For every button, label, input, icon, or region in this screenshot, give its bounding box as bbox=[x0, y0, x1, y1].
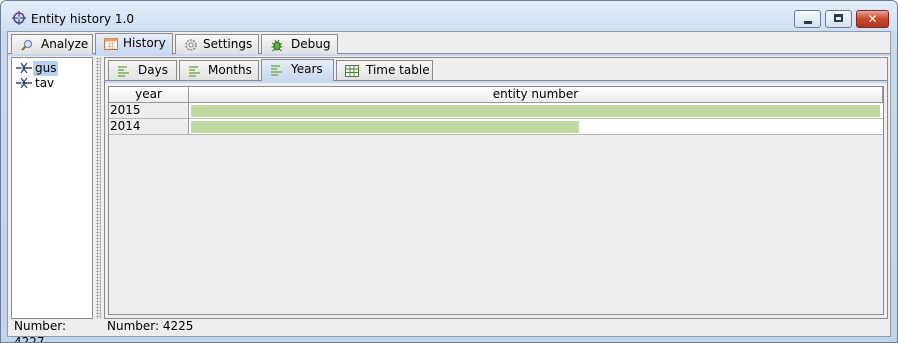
entity-number-bar bbox=[191, 121, 579, 133]
column-header-year[interactable]: year bbox=[109, 87, 189, 103]
calendar-icon bbox=[104, 38, 118, 50]
entity-node-icon bbox=[16, 77, 32, 89]
tab-days-label: Days bbox=[138, 63, 168, 77]
client-area: Analyze History Settings Debug gus tav D… bbox=[7, 31, 891, 342]
bar-list-icon bbox=[118, 66, 129, 77]
year-cell: 2014 bbox=[109, 119, 189, 135]
gear-icon bbox=[185, 39, 197, 51]
tab-settings[interactable]: Settings bbox=[175, 34, 259, 54]
minimize-icon bbox=[804, 21, 812, 24]
bug-icon bbox=[271, 39, 283, 52]
years-table[interactable]: year entity number 2015 2014 bbox=[108, 86, 884, 315]
tab-months-label: Months bbox=[208, 63, 252, 77]
tab-analyze-label: Analyze bbox=[41, 37, 89, 51]
entity-number-cell bbox=[189, 103, 883, 119]
tab-years[interactable]: Years bbox=[261, 59, 334, 81]
tab-months[interactable]: Months bbox=[179, 60, 259, 80]
table-icon bbox=[345, 65, 359, 77]
tree-item-tav[interactable]: tav bbox=[14, 76, 90, 91]
tab-days[interactable]: Days bbox=[108, 60, 177, 80]
tab-history[interactable]: History bbox=[95, 33, 173, 55]
entity-number-bar bbox=[191, 105, 880, 117]
tab-settings-label: Settings bbox=[203, 37, 253, 51]
title-bar[interactable]: Entity history 1.0 ✕ bbox=[1, 1, 897, 31]
tree-item-label: tav bbox=[35, 76, 55, 90]
tab-time-table-label: Time table bbox=[366, 63, 430, 77]
entity-number-cell bbox=[189, 119, 883, 135]
minimize-button[interactable] bbox=[794, 10, 821, 28]
maximize-icon bbox=[834, 14, 843, 22]
close-button[interactable]: ✕ bbox=[856, 10, 889, 28]
tab-debug[interactable]: Debug bbox=[261, 34, 338, 54]
year-cell: 2015 bbox=[109, 103, 189, 119]
bar-list-icon bbox=[189, 66, 200, 77]
subtab-strip-accent bbox=[105, 81, 887, 83]
status-record-count: Number: 4225 bbox=[107, 319, 194, 333]
app-icon bbox=[12, 11, 26, 25]
column-header-entity-number[interactable]: entity number bbox=[189, 87, 883, 103]
bar-list-icon bbox=[271, 65, 282, 76]
entity-node-icon bbox=[16, 62, 32, 74]
entity-tree[interactable]: gus tav bbox=[11, 57, 93, 319]
app-window: Entity history 1.0 ✕ Analyze History Set… bbox=[0, 0, 898, 343]
split-pane-divider[interactable] bbox=[96, 57, 101, 319]
tab-debug-label: Debug bbox=[291, 37, 331, 51]
maximize-button[interactable] bbox=[825, 10, 852, 28]
tree-item-label: gus bbox=[33, 61, 59, 76]
tab-history-label: History bbox=[123, 36, 166, 50]
period-tab-strip: Days Months Years Time table bbox=[108, 59, 884, 81]
tab-analyze[interactable]: Analyze bbox=[11, 34, 93, 54]
history-panel: Days Months Years Time table year entity… bbox=[104, 57, 888, 319]
tree-item-gus[interactable]: gus bbox=[14, 61, 90, 76]
close-icon: ✕ bbox=[867, 12, 878, 26]
window-title: Entity history 1.0 bbox=[31, 12, 135, 26]
status-entity-count: Number: 4227 bbox=[14, 319, 67, 343]
magnifier-icon bbox=[21, 39, 33, 51]
tab-years-label: Years bbox=[291, 62, 323, 76]
tab-time-table[interactable]: Time table bbox=[336, 60, 433, 80]
